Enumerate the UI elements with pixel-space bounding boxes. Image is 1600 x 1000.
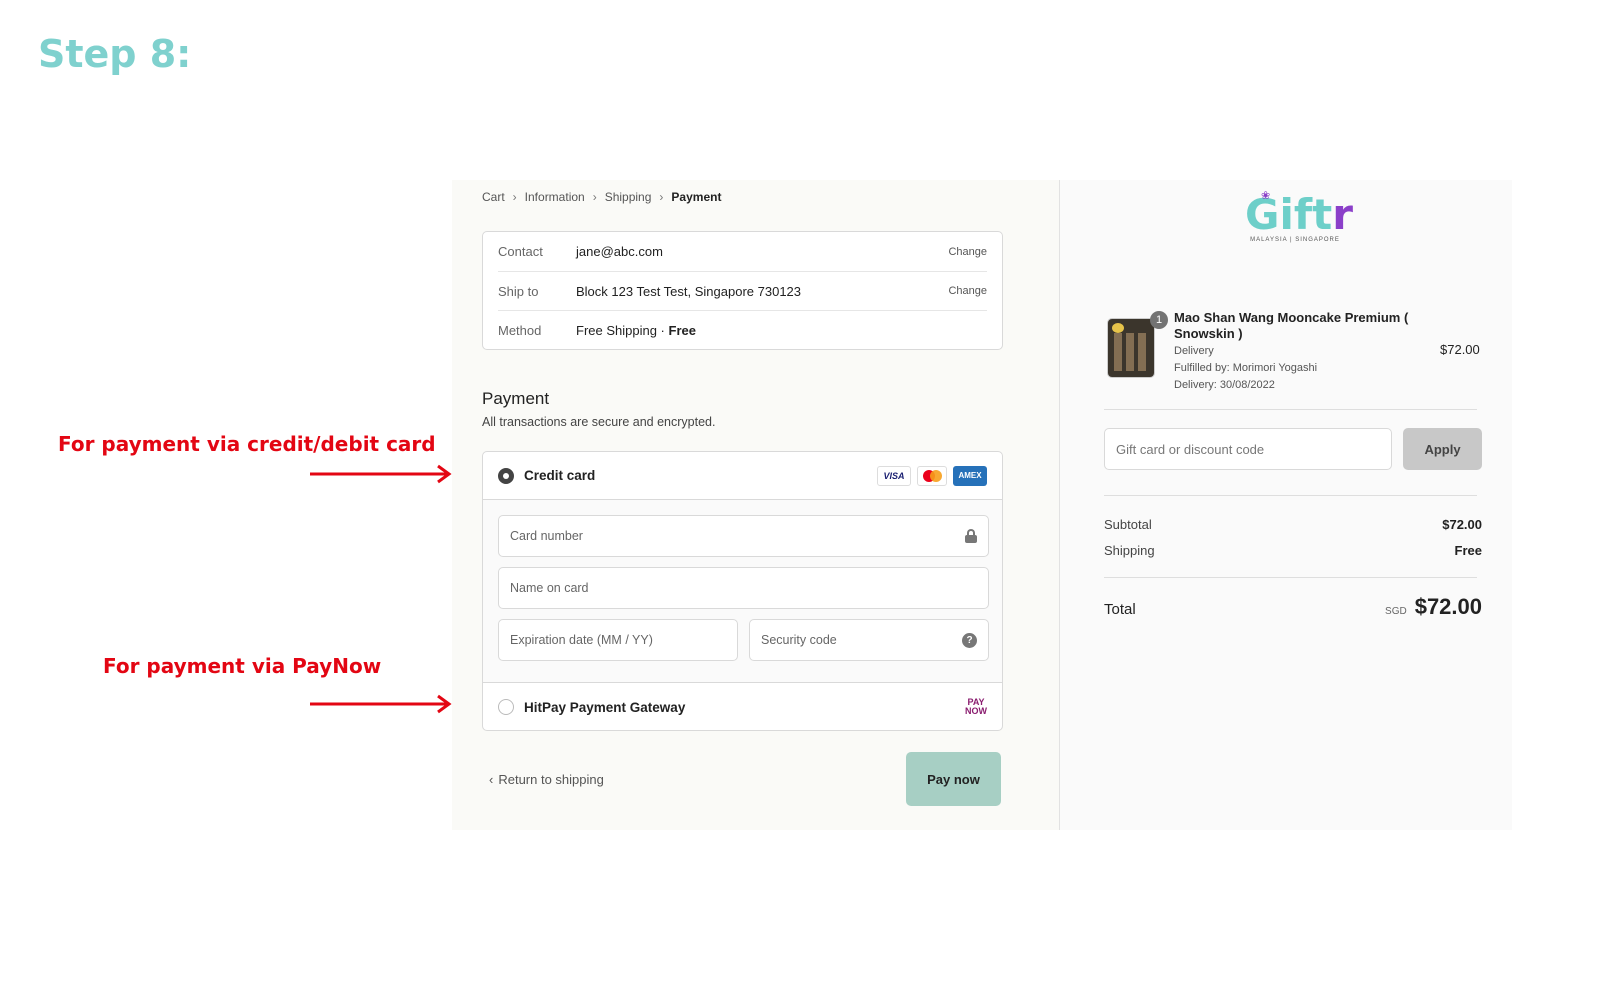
contact-label: Contact: [498, 244, 543, 259]
total-row: Total SGD $72.00: [1104, 594, 1482, 620]
logo-letters-ift: ift: [1279, 190, 1333, 239]
quantity-badge: 1: [1150, 311, 1168, 329]
total-value: $72.00: [1414, 594, 1482, 619]
breadcrumb-payment: Payment: [671, 190, 722, 204]
contact-row: Contact jane@abc.com Change: [498, 232, 987, 271]
logo-tagline: MALAYSIA | SINGAPORE: [1250, 237, 1340, 243]
lock-icon: [965, 529, 977, 543]
change-contact-link[interactable]: Change: [948, 246, 987, 258]
discount-code-placeholder: Gift card or discount code: [1116, 441, 1265, 457]
paynow-logo-bottom: NOW: [965, 706, 987, 716]
payment-heading: Payment: [482, 389, 550, 408]
total-currency: SGD: [1385, 606, 1407, 617]
payment-methods-box: Credit card VISA AMEX Card number Name o…: [482, 451, 1003, 731]
visa-icon: VISA: [877, 465, 911, 486]
order-summary-panel: [1059, 180, 1512, 830]
paynow-logo-icon: PAY NOW: [965, 698, 987, 716]
credit-card-option[interactable]: Credit card VISA AMEX: [483, 452, 1002, 500]
hitpay-option[interactable]: HitPay Payment Gateway PAY NOW: [483, 683, 1002, 730]
ship-to-row: Ship to Block 123 Test Test, Singapore 7…: [498, 271, 987, 310]
expiration-date-input[interactable]: Expiration date (MM / YY): [498, 619, 738, 661]
breadcrumb-information[interactable]: Information: [525, 190, 585, 204]
shipping-value: Free: [1454, 543, 1482, 558]
total-amount: SGD $72.00: [1385, 594, 1482, 620]
subtotal-label: Subtotal: [1104, 517, 1152, 532]
ship-to-label: Ship to: [498, 283, 539, 299]
credit-card-label: Credit card: [524, 468, 596, 483]
method-value: Free Shipping · Free: [576, 323, 987, 338]
product-price: $72.00: [1440, 342, 1480, 357]
review-info-box: Contact jane@abc.com Change Ship to Bloc…: [482, 231, 1003, 350]
card-number-placeholder: Card number: [510, 529, 583, 543]
credit-card-radio[interactable]: [498, 467, 514, 484]
giftr-logo: ❀ Giftr MALAYSIA | SINGAPORE: [1245, 190, 1353, 257]
change-ship-to-link[interactable]: Change: [948, 285, 987, 297]
subtotal-row: Subtotal $72.00: [1104, 517, 1482, 532]
chevron-right-icon: ›: [512, 190, 517, 204]
return-to-shipping-label: Return to shipping: [498, 772, 604, 787]
subtotal-value: $72.00: [1442, 517, 1482, 532]
annotation-credit-card: For payment via credit/debit card: [58, 432, 436, 456]
ship-to-value: Block 123 Test Test, Singapore 730123: [576, 283, 802, 299]
method-price: Free: [668, 322, 696, 338]
credit-card-form: Card number Name on card Expiration date…: [483, 500, 1002, 683]
breadcrumb: Cart › Information › Shipping › Payment: [482, 190, 721, 204]
name-on-card-input[interactable]: Name on card: [498, 567, 989, 609]
divider: [1104, 495, 1477, 496]
hitpay-radio[interactable]: [498, 699, 514, 715]
security-code-input[interactable]: Security code ?: [749, 619, 989, 661]
shipping-label: Shipping: [1104, 543, 1155, 558]
breadcrumb-shipping[interactable]: Shipping: [605, 190, 652, 204]
logo-wordmark: Giftr: [1245, 190, 1353, 239]
help-icon[interactable]: ?: [962, 632, 977, 648]
expiration-date-placeholder: Expiration date (MM / YY): [510, 633, 653, 647]
security-code-placeholder: Security code: [761, 633, 837, 647]
hitpay-label: HitPay Payment Gateway: [524, 699, 686, 715]
annotation-paynow: For payment via PayNow: [103, 654, 382, 678]
return-to-shipping-link[interactable]: ‹ Return to shipping: [489, 772, 604, 787]
chevron-left-icon: ‹: [489, 772, 494, 787]
method-row: Method Free Shipping · Free: [498, 310, 987, 349]
method-label: Method: [498, 322, 542, 338]
amex-icon: AMEX: [953, 465, 987, 486]
total-label: Total: [1104, 601, 1136, 618]
divider: [1104, 577, 1477, 578]
divider: [1104, 409, 1477, 410]
pay-now-button[interactable]: Pay now: [906, 752, 1001, 806]
card-number-input[interactable]: Card number: [498, 515, 989, 557]
apply-button[interactable]: Apply: [1403, 428, 1482, 470]
product-thumbnail: [1107, 318, 1155, 378]
product-delivery-date: Delivery: 30/08/2022: [1174, 379, 1275, 391]
chevron-right-icon: ›: [659, 190, 664, 204]
chevron-right-icon: ›: [592, 190, 597, 204]
step-title: Step 8:: [38, 32, 192, 76]
discount-code-input[interactable]: Gift card or discount code: [1104, 428, 1392, 470]
breadcrumb-cart[interactable]: Cart: [482, 190, 505, 204]
arrow-to-credit-card: [310, 464, 452, 484]
payment-subtitle: All transactions are secure and encrypte…: [482, 415, 716, 429]
logo-letter-r: r: [1332, 190, 1353, 239]
shipping-row: Shipping Free: [1104, 543, 1482, 558]
product-name: Mao Shan Wang Mooncake Premium ( Snowski…: [1174, 310, 1409, 341]
product-fulfilled-by: Fulfilled by: Morimori Yogashi: [1174, 362, 1318, 374]
gift-bow-icon: ❀: [1261, 190, 1271, 202]
arrow-to-paynow: [310, 694, 452, 714]
contact-value: jane@abc.com: [576, 244, 663, 259]
product-type: Delivery: [1174, 345, 1214, 357]
mastercard-icon: [917, 465, 947, 486]
name-on-card-placeholder: Name on card: [510, 581, 589, 595]
method-name: Free Shipping ·: [576, 322, 669, 338]
